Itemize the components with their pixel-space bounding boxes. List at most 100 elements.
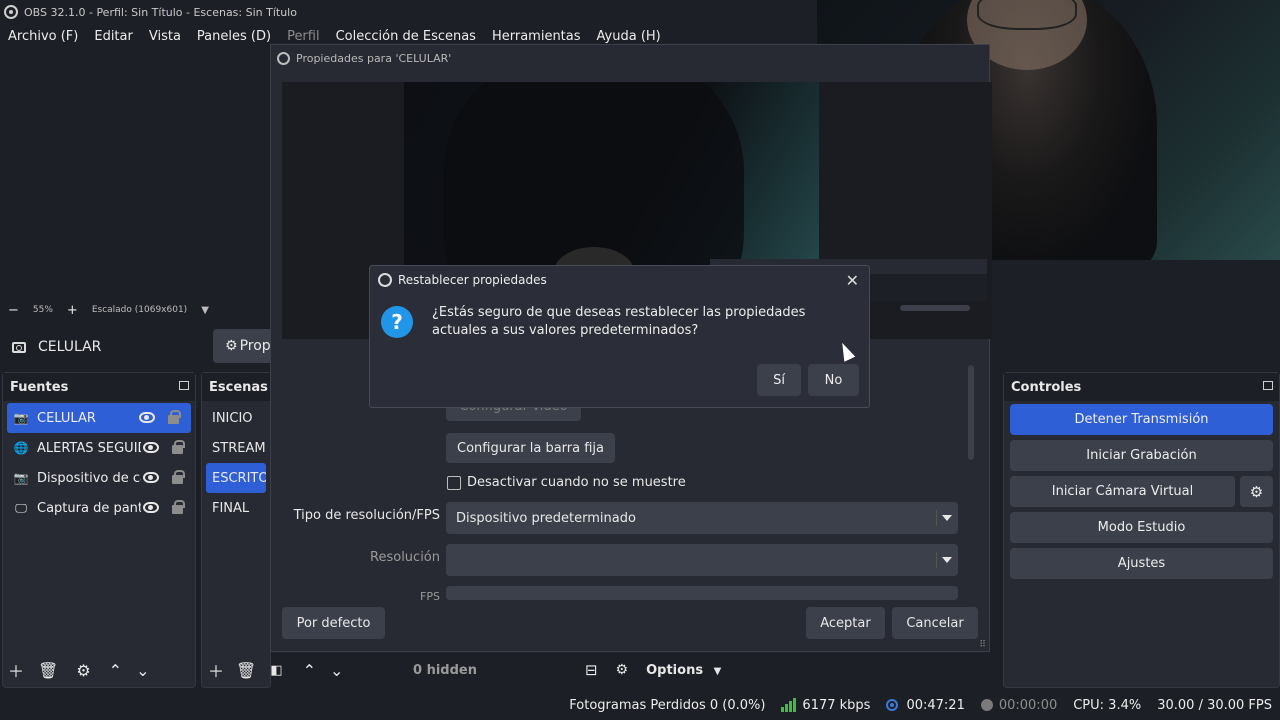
add-source-icon[interactable]: ＋ [8,658,24,682]
menu-ayuda[interactable]: Ayuda (H) [597,29,661,44]
lock-icon[interactable] [168,410,181,424]
reset-properties-dialog: Restablecer propiedades ✕ ? ¿Estás segur… [369,265,870,408]
scenes-dock: Escenas INICIO STREAM ESCRITORIO FINAL [201,372,271,688]
mixer-settings-icon[interactable]: ⚙ [616,662,629,678]
gear-icon: ⚙ [225,338,238,354]
cancel-button[interactable]: Cancelar [892,607,978,639]
deactivate-checkbox-label: Desactivar cuando no se muestre [467,475,686,490]
properties-scrollbar[interactable] [968,365,974,460]
source-settings-gear-icon[interactable]: ⚙ [76,661,90,680]
options-label: Options [646,662,704,678]
menu-herramientas[interactable]: Herramientas [492,29,581,44]
menu-archivo[interactable]: Archivo (F) [8,29,78,44]
scene-move-down-icon[interactable]: ⌄ [330,661,343,680]
source-item-label: Dispositivo de captura [37,470,141,486]
resolution-type-label: Tipo de resolución/FPS [293,508,440,523]
hidden-count-label: 0 hidden [413,662,477,678]
obs-logo-icon [4,5,18,19]
add-scene-icon[interactable]: ＋ [208,658,224,682]
dialog-titlebar: Restablecer propiedades [370,266,869,294]
layout-toggle-icon[interactable]: ⊟ [585,661,598,679]
visibility-eye-icon[interactable] [143,502,159,513]
obs-logo-icon [378,273,392,287]
resolution-type-value: Dispositivo predeterminado [456,510,636,526]
menu-perfil[interactable]: Perfil [287,29,320,44]
start-recording-button[interactable]: Iniciar Grabación [1010,440,1273,471]
lock-icon[interactable] [172,440,185,454]
no-button[interactable]: No [808,364,859,396]
sources-toolbar: ＋ 🗑 ⚙ ⌃ ⌄ [8,655,198,685]
remove-scene-icon[interactable]: 🗑 [236,661,256,680]
scene-item-escritorio[interactable]: ESCRITORIO [206,463,266,493]
source-item-dispositivo[interactable]: 📷 Dispositivo de captura [3,463,195,493]
person-glasses [977,0,1077,30]
close-icon[interactable]: ✕ [846,271,859,290]
resolution-select[interactable] [446,544,958,576]
defaults-button[interactable]: Por defecto [282,607,385,639]
fps-select[interactable] [446,586,958,600]
sources-dock: Fuentes 📷 CELULAR 🌐 ALERTAS SEGUIDORES 📷… [2,372,196,688]
resolution-type-select[interactable]: Dispositivo predeterminado [446,502,958,534]
scene-item-stream[interactable]: STREAM [202,433,270,463]
move-up-icon[interactable]: ⌃ [109,661,122,680]
menu-coleccion-escenas[interactable]: Colección de Escenas [336,29,476,44]
main-preview[interactable] [0,48,270,298]
monitor-icon: 🖵 [15,500,27,515]
stop-stream-button[interactable]: Detener Transmisión [1010,404,1273,435]
remove-source-icon[interactable]: 🗑 [38,661,58,680]
window-title: OBS 32.1.0 - Perfil: Sin Título - Escena… [24,5,297,19]
visibility-eye-icon[interactable] [139,412,155,423]
accept-button[interactable]: Aceptar [806,607,885,639]
options-button[interactable]: Options ▼ [646,663,721,678]
start-virtual-camera-button[interactable]: Iniciar Cámara Virtual [1010,476,1235,507]
current-source-name: CELULAR [38,339,102,355]
scroll-thumb[interactable] [900,305,970,311]
dialog-message: ¿Estás seguro de que deseas restablecer … [432,305,806,338]
source-item-label: ALERTAS SEGUIDORES [37,440,141,456]
lock-icon[interactable] [172,500,185,514]
menu-editar[interactable]: Editar [94,29,133,44]
move-down-icon[interactable]: ⌄ [136,661,149,680]
virtual-camera-settings-button[interactable]: ⚙ [1240,476,1273,507]
deactivate-checkbox[interactable] [447,476,461,490]
visibility-eye-icon[interactable] [143,472,159,483]
yes-button[interactable]: Sí [757,364,801,396]
sources-dock-header: Fuentes [3,373,195,401]
mixer-toolbar: 0 hidden ⊟ ⚙ Options ▼ [401,655,736,685]
zoom-in-button[interactable]: + [67,303,78,318]
settings-button[interactable]: Ajustes [1010,548,1273,579]
scene-move-up-icon[interactable]: ⌃ [303,661,316,680]
menu-paneles[interactable]: Paneles (D) [197,29,271,44]
undock-icon[interactable] [1263,381,1273,390]
source-item-captura[interactable]: 🖵 Captura de pantalla [3,493,195,523]
camera-icon [12,341,26,353]
scene-item-final[interactable]: FINAL [202,493,270,523]
properties-title: Propiedades para 'CELULAR' [296,51,452,65]
controls-dock-header: Controles [1004,373,1279,401]
scenes-title: Escenas [209,379,268,395]
source-item-celular[interactable]: 📷 CELULAR [7,403,191,433]
record-time-value: 00:00:00 [998,697,1058,713]
configure-crossbar-button[interactable]: Configurar la barra fija [446,433,615,463]
record-icon [980,699,993,711]
fps-indicator: 30.00 / 30.00 FPS [1157,697,1272,713]
resize-grip-icon[interactable]: ⠿ [979,640,986,650]
globe-icon: 🌐 [13,441,29,455]
scenes-dock-header: Escenas [202,373,270,401]
live-stream-icon [886,699,899,711]
source-item-alertas[interactable]: 🌐 ALERTAS SEGUIDORES [3,433,195,463]
zoom-out-button[interactable]: − [8,303,19,318]
scene-filter-icon[interactable]: ◧ [270,663,282,678]
scenes-toolbar: ＋ 🗑 ◧ ⌃ ⌄ [208,655,358,685]
studio-mode-button[interactable]: Modo Estudio [1010,512,1273,543]
visibility-eye-icon[interactable] [143,442,159,453]
undock-icon[interactable] [179,381,189,390]
scale-dropdown-icon[interactable]: ▼ [201,305,209,316]
gear-icon: ⚙ [1249,482,1264,501]
scene-item-inicio[interactable]: INICIO [202,403,270,433]
zoom-level: 55% [32,305,53,315]
lock-icon[interactable] [172,470,185,484]
resolution-label: Resolución [370,550,440,565]
menu-vista[interactable]: Vista [149,29,181,44]
source-properties-button[interactable]: ⚙ Prop [213,329,271,363]
